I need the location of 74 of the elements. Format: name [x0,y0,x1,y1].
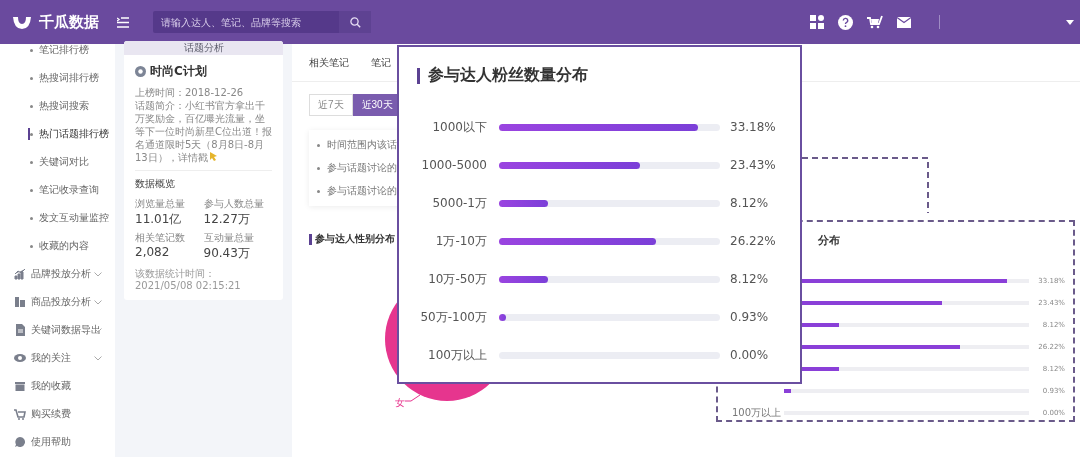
stat-value: 90.43万 [203,245,251,262]
menu-item-icon [14,268,26,280]
update-time: 该数据统计时间：2021/05/08 02:15:21 [135,268,242,292]
stat-value: 12.27万 [203,211,251,228]
chart-value: 23.43% [730,158,776,172]
help-icon[interactable] [838,14,853,30]
menu-item-icon [14,352,26,364]
chart-label: 10万-50万 [427,270,488,288]
leader-line [405,394,421,402]
stat-value: 11.01亿 [135,211,183,228]
chart-label: 100万以上 [732,407,782,418]
menu-icon[interactable] [117,16,129,28]
chart-value: 0.93% [730,310,769,324]
range-button[interactable]: 近7天 [309,94,353,116]
chart-value: 33.18% [730,120,776,134]
menu-item-icon [14,296,26,308]
topic-intro: 话题简介：小红书官方拿出千万奖励金，百亿曝光流量，坐等下一位时尚新星C位出道！报名通道限时5天（8月8日-8月13日），详情戳 [135,99,272,164]
list-date: 上榜时间：2018-12-26 [135,86,245,99]
stat-label: 相关笔记数 [135,231,186,245]
card-header: 话题分析 [124,41,283,55]
chart-title: 参与达人粉丝数量分布 [428,65,588,86]
chart-value: 8.12% [730,196,769,210]
sidebar-item[interactable]: 购买续费 [0,400,115,428]
sidebar-item[interactable]: 笔记收录查询 [0,176,115,204]
logo-icon [12,14,32,30]
search-icon [349,16,361,28]
sidebar-item[interactable]: 我的关注 [0,344,115,372]
sidebar-item[interactable]: 笔记排行榜 [0,44,115,64]
topic-icon [135,66,146,77]
pointer-icon [207,151,218,161]
menu-item-icon [14,324,26,336]
tab[interactable]: 笔记 [371,55,391,70]
stat-label: 互动量总量 [203,231,255,245]
chart-label: 1000以下 [431,118,488,136]
summary-line: 参与话题讨论的 [327,184,397,198]
grid-icon[interactable] [810,15,824,29]
section-title: 参与达人性别分布 [315,232,395,246]
sidebar-item[interactable]: 热搜词搜索 [0,92,115,120]
summary-line: 参与话题讨论的 [327,161,397,175]
stat-label: 参与人数总量 [203,197,265,211]
chart-value: 8.12% [730,272,769,286]
chart-label: 50万-100万 [419,308,488,326]
stat-label: 浏览量总量 [135,197,186,211]
section-title: 数据概览 [135,177,176,191]
menu-item-icon [14,408,26,420]
chart-value: 26.22% [730,234,776,248]
topic-title: 时尚C计划 [150,63,207,80]
summary-line: 时间范围内该话 [327,138,397,152]
chart-label: 女 [395,396,405,410]
cart-icon[interactable] [867,15,883,29]
chart-label: 1万-10万 [434,232,488,250]
sidebar-item[interactable]: 使用帮助 [0,428,115,456]
chart-label: 100万以上 [427,346,488,364]
sidebar-item[interactable]: 品牌投放分析 [0,260,115,288]
stat-value: 2,082 [135,245,171,259]
sidebar-item[interactable]: 我的收藏 [0,372,115,400]
sidebar-item[interactable]: 收藏的内容 [0,232,115,260]
caret-icon[interactable] [1066,19,1074,25]
chart-value: 0.00% [730,348,769,362]
tab[interactable]: 相关笔记 [309,55,349,70]
sidebar-item[interactable]: 商品投放分析 [0,288,115,316]
search-button[interactable] [339,11,371,33]
sidebar-item[interactable]: 热搜词排行榜 [0,64,115,92]
menu-item-icon [14,436,26,448]
sidebar-item[interactable]: 发文互动量监控 [0,204,115,232]
sidebar-item[interactable]: 热门话题排行榜 [0,120,115,148]
search-field[interactable]: 请输入达人、笔记、品牌等搜索 [153,11,339,33]
chart-label: 1000-5000 [420,158,488,172]
menu-item-icon [14,380,26,392]
logo-text: 千瓜数据 [39,12,99,32]
chart-title: 分布 [818,234,841,248]
chart-label: 5000-1万 [431,194,488,212]
mail-icon[interactable] [897,16,911,28]
sidebar-item[interactable]: 关键词对比 [0,148,115,176]
